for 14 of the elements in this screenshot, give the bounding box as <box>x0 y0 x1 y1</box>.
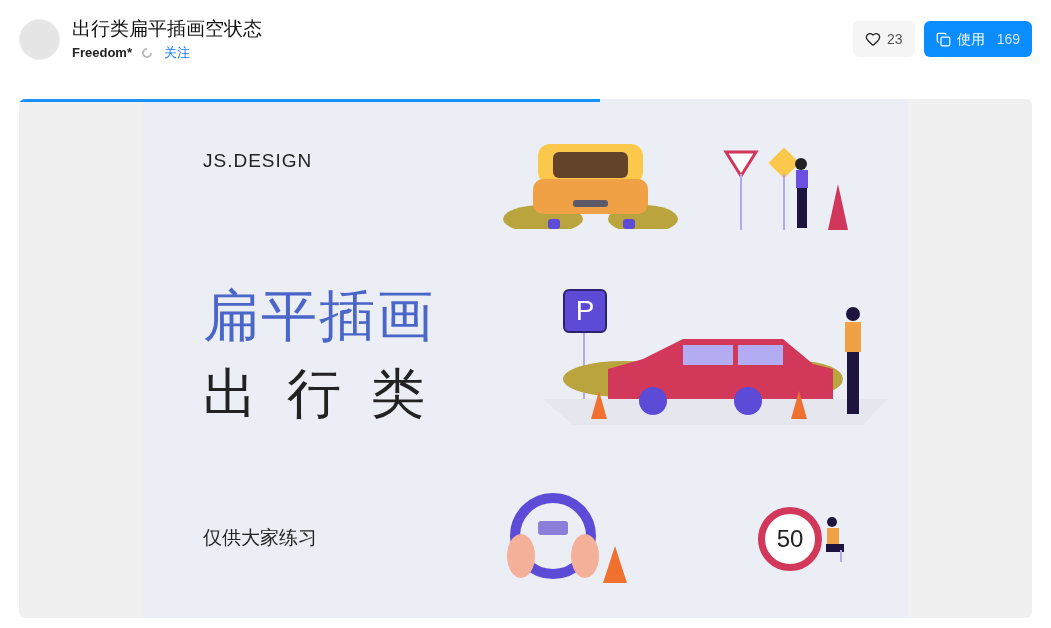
speed-limit-sign: 50 <box>758 506 822 571</box>
brand-text: JS.DESIGN <box>203 150 313 171</box>
like-button[interactable]: 23 <box>853 21 915 57</box>
author-name[interactable]: Freedom* <box>72 42 132 63</box>
spinner-icon <box>141 47 152 58</box>
avatar <box>19 18 60 60</box>
headline: 扁平插画 <box>203 284 436 348</box>
heart-icon <box>865 31 882 47</box>
note-text: 仅供大家练习 <box>203 526 317 551</box>
copy-icon <box>935 31 951 47</box>
subtitle: 出 行 类 <box>203 362 426 424</box>
page-title: 出行类扁平插画空状态 <box>72 16 262 41</box>
follow-link[interactable]: 关注 <box>163 42 190 63</box>
parking-sign: P <box>563 289 607 333</box>
